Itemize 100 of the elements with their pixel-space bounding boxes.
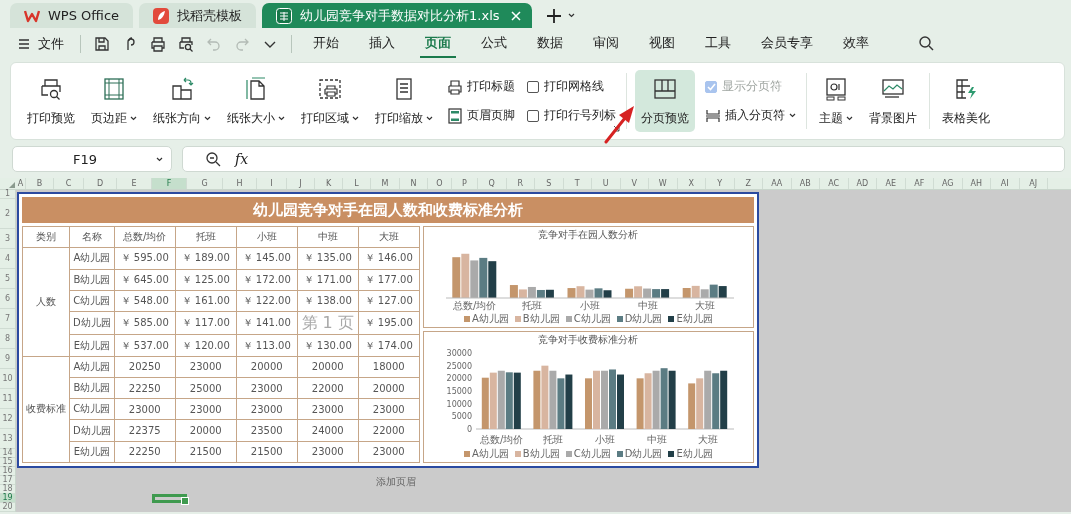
menu-icon[interactable] (18, 38, 30, 50)
column-header[interactable]: AE (877, 178, 906, 189)
column-header[interactable]: AC (820, 178, 849, 189)
table-cell: ￥ 161.00 (175, 290, 237, 312)
column-header[interactable]: AG (934, 178, 963, 189)
ribbon-tab[interactable]: 公式 (476, 30, 512, 58)
row-header[interactable]: 5 (0, 269, 15, 289)
name-box[interactable]: F19 (12, 146, 172, 172)
column-header[interactable]: H (223, 178, 257, 189)
column-header[interactable]: T (563, 178, 592, 189)
column-header[interactable]: P (452, 178, 478, 189)
ribbon-button[interactable]: 页边距 (87, 70, 141, 132)
ribbon-tab[interactable]: 工具 (700, 30, 736, 58)
column-header[interactable]: AB (791, 178, 820, 189)
column-header[interactable]: AD (848, 178, 877, 189)
column-header[interactable]: I (257, 178, 287, 189)
row-header[interactable]: 3 (0, 229, 15, 249)
function-button[interactable]: fx (235, 151, 249, 167)
column-header[interactable]: J (287, 178, 315, 189)
file-menu[interactable]: 文件 (38, 35, 64, 53)
checkbox[interactable]: 打印行号列标 (527, 107, 616, 124)
row-header[interactable]: 9 (0, 349, 15, 369)
row-header[interactable]: 8 (0, 329, 15, 349)
formula-input[interactable]: fx (182, 146, 1065, 172)
row-header[interactable]: 14 (0, 449, 15, 458)
column-header[interactable]: V (620, 178, 649, 189)
column-header[interactable]: A (16, 178, 26, 189)
caret-icon (352, 116, 359, 121)
ribbon-button[interactable]: 纸张大小 (223, 70, 289, 132)
row-header[interactable]: 6 (0, 289, 15, 309)
column-header[interactable]: Q (478, 178, 507, 189)
row-header[interactable]: 7 (0, 309, 15, 329)
ribbon-tab[interactable]: 审阅 (588, 30, 624, 58)
column-header[interactable]: R (506, 178, 535, 189)
column-header[interactable]: O (428, 178, 452, 189)
column-header[interactable]: L (343, 178, 371, 189)
ribbon-button[interactable]: 背景图片 (865, 70, 921, 132)
cell-selection[interactable] (152, 494, 187, 503)
column-header[interactable]: C (54, 178, 84, 189)
table-cell: 20000 (358, 377, 420, 399)
row-header[interactable]: 16 (0, 467, 15, 476)
document-tab[interactable]: 找稻壳模板 (139, 3, 257, 28)
column-header[interactable]: D (84, 178, 117, 189)
column-header[interactable]: F (152, 178, 187, 189)
ribbon-tab[interactable]: 页面 (420, 30, 456, 58)
column-header[interactable]: AF (905, 178, 934, 189)
ribbon-button[interactable]: 插入分页符 (705, 107, 796, 124)
column-header[interactable]: Z (734, 178, 763, 189)
column-header[interactable]: AJ (1019, 178, 1048, 189)
ribbon-tab[interactable]: 开始 (308, 30, 344, 58)
row-header[interactable]: 12 (0, 409, 15, 429)
row-header[interactable]: 2 (0, 199, 15, 229)
column-header[interactable]: G (187, 178, 223, 189)
row-header[interactable]: 1 (0, 190, 15, 199)
print-preview-icon[interactable] (178, 36, 194, 52)
column-header[interactable]: U (592, 178, 621, 189)
column-header[interactable]: M (371, 178, 400, 189)
checkbox[interactable]: 打印网格线 (527, 78, 616, 95)
ribbon-button[interactable]: 主题 (815, 70, 857, 132)
row-header[interactable]: 17 (0, 476, 15, 485)
ribbon-button[interactable]: 打印标题 (447, 78, 515, 95)
dialog-launcher-icon[interactable] (613, 125, 620, 132)
save-icon[interactable] (94, 36, 110, 52)
ribbon-button[interactable]: 打印缩放 (371, 70, 437, 132)
column-header[interactable]: W (649, 178, 678, 189)
row-header[interactable]: 13 (0, 429, 15, 449)
ribbon-tab[interactable]: 插入 (364, 30, 400, 58)
column-header[interactable]: B (26, 178, 54, 189)
document-tab[interactable]: WPS Office (10, 3, 134, 28)
column-header[interactable]: Y (706, 178, 735, 189)
row-header[interactable]: 15 (0, 458, 15, 467)
column-header[interactable]: AA (763, 178, 792, 189)
printer-icon[interactable] (150, 36, 166, 52)
ribbon-tab[interactable]: 数据 (532, 30, 568, 58)
column-header[interactable]: X (677, 178, 706, 189)
column-header[interactable]: S (535, 178, 564, 189)
ribbon-tab[interactable]: 会员专享 (756, 30, 818, 58)
add-icon[interactable] (545, 7, 562, 24)
search-icon[interactable] (918, 34, 934, 51)
table-cell: 22375 (114, 419, 176, 442)
column-header[interactable]: N (400, 178, 428, 189)
ribbon-button[interactable]: 打印区域 (297, 70, 363, 132)
ribbon-button[interactable]: 表格美化 (938, 70, 994, 132)
ribbon-button[interactable]: 分页预览 (635, 70, 695, 132)
column-header[interactable]: K (315, 178, 343, 189)
ribbon-tab[interactable]: 视图 (644, 30, 680, 58)
row-header[interactable]: 4 (0, 249, 15, 269)
column-header[interactable]: AI (991, 178, 1020, 189)
row-header[interactable]: 10 (0, 369, 15, 389)
ribbon-button[interactable]: 纸张方向 (149, 70, 215, 132)
row-header[interactable]: 11 (0, 389, 15, 409)
document-tab[interactable]: 幼儿园竞争对手数据对比分析1.xls (262, 3, 532, 28)
ribbon-tab[interactable]: 效率 (838, 30, 874, 58)
column-header[interactable]: AH (962, 178, 991, 189)
ribbon-button[interactable]: 打印预览 (23, 70, 79, 132)
zoom-icon[interactable] (205, 151, 221, 167)
ribbon-button[interactable]: 页眉页脚 (447, 107, 515, 124)
row-header[interactable]: 20 (0, 503, 15, 512)
add-header-hint[interactable]: 添加页眉 (376, 475, 416, 489)
row-header[interactable]: 19 (0, 494, 15, 503)
